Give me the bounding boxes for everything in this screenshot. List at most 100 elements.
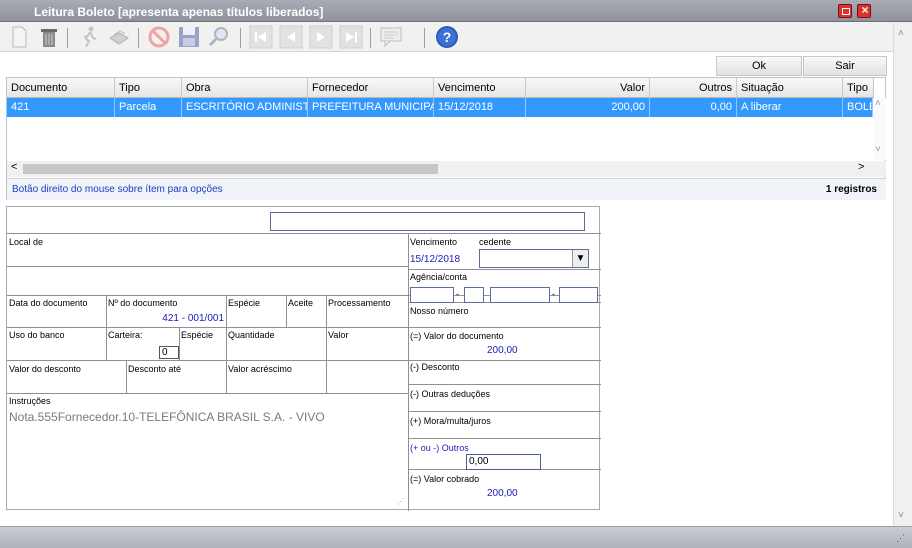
agencia-dv-input[interactable] xyxy=(464,287,484,303)
context-hint: Botão direito do mouse sobre ítem para o… xyxy=(12,184,223,195)
resize-grip-icon[interactable]: ⋰ xyxy=(397,497,405,506)
valor-cobrado-label: (=) Valor cobrado xyxy=(410,474,480,484)
divider xyxy=(408,438,601,439)
cell-tipo[interactable]: Parcela xyxy=(115,98,182,117)
vencimento-label: Vencimento xyxy=(410,237,458,247)
window-resize-grip-icon[interactable]: ⋰ xyxy=(896,533,905,544)
column-header-valor[interactable]: Valor xyxy=(526,78,650,98)
ok-button[interactable]: Ok xyxy=(716,56,802,76)
cell-vencimento[interactable]: 15/12/2018 xyxy=(434,98,526,117)
grid-horizontal-scrollbar[interactable]: < > xyxy=(7,161,886,177)
divider xyxy=(126,360,127,393)
scroll-up-icon[interactable]: ˄ xyxy=(898,28,904,39)
toolbar-separator xyxy=(370,28,371,48)
agencia-dash: - xyxy=(456,289,459,299)
divider xyxy=(326,295,327,393)
help-icon: ? xyxy=(436,26,458,48)
cell-outros[interactable]: 0,00 xyxy=(650,98,737,117)
scrollbar-thumb[interactable] xyxy=(23,164,438,174)
new-button[interactable] xyxy=(6,24,32,50)
cancel-button[interactable] xyxy=(146,24,172,50)
divider xyxy=(286,295,287,327)
print-button[interactable] xyxy=(106,24,132,50)
scroll-down-icon[interactable]: ˅ xyxy=(898,510,904,521)
grid-vertical-scrollbar[interactable]: ˄ ˅ xyxy=(873,98,886,160)
cell-tipo-doc[interactable]: BOLETO xyxy=(843,98,873,117)
scroll-left-icon[interactable]: < xyxy=(11,161,17,173)
valor-label: Valor xyxy=(328,330,349,340)
save-icon xyxy=(179,27,199,47)
column-header-tipo-doc[interactable]: Tipo xyxy=(843,78,874,98)
column-header-documento[interactable]: Documento xyxy=(7,78,115,98)
desconto-label: (-) Desconto xyxy=(410,362,460,372)
conta-dash: - xyxy=(552,289,555,299)
close-icon: × xyxy=(861,3,869,17)
barcode-input[interactable] xyxy=(270,212,585,231)
column-header-tipo[interactable]: Tipo xyxy=(115,78,182,98)
last-button[interactable] xyxy=(338,24,364,50)
agencia-input[interactable] xyxy=(410,287,454,303)
exit-button[interactable]: Sair xyxy=(803,56,887,76)
cell-situacao[interactable]: A liberar xyxy=(737,98,843,117)
grid-scroll-up-icon[interactable]: ˄ xyxy=(875,98,881,109)
especie-2-label: Espécie xyxy=(181,330,214,340)
help-button[interactable]: ? xyxy=(434,24,460,50)
column-header-fornecedor[interactable]: Fornecedor xyxy=(308,78,434,98)
column-header-obra[interactable]: Obra xyxy=(182,78,308,98)
window-vertical-scrollbar[interactable]: ˄ ˅ xyxy=(893,22,912,526)
prev-icon xyxy=(279,25,303,49)
divider xyxy=(7,360,601,361)
chevron-down-icon[interactable]: ▼ xyxy=(572,250,588,267)
column-header-situacao[interactable]: Situação xyxy=(737,78,843,98)
divider xyxy=(408,411,601,412)
first-icon xyxy=(249,25,273,49)
divider xyxy=(7,393,408,394)
conta-input[interactable] xyxy=(490,287,550,303)
uso-banco-label: Uso do banco xyxy=(9,330,65,340)
save-button[interactable] xyxy=(176,24,202,50)
boleto-form: Local de Data do documento Nº do documen… xyxy=(6,206,601,511)
new-icon xyxy=(12,26,27,48)
cell-valor[interactable]: 200,00 xyxy=(526,98,650,117)
run-button[interactable] xyxy=(76,24,102,50)
cell-fornecedor[interactable]: PREFEITURA MUNICIPAL xyxy=(308,98,434,117)
column-header-vencimento[interactable]: Vencimento xyxy=(434,78,526,98)
conta-dv-input[interactable] xyxy=(559,287,598,303)
close-button[interactable]: × xyxy=(857,3,871,18)
carteira-label: Carteira: xyxy=(108,330,143,340)
numero-documento-label: Nº do documento xyxy=(108,298,178,308)
search-icon xyxy=(208,27,228,47)
first-button[interactable] xyxy=(248,24,274,50)
delete-button[interactable] xyxy=(36,24,62,50)
valor-cobrado-value: 200,00 xyxy=(487,488,518,499)
valor-documento-value: 200,00 xyxy=(487,345,518,356)
run-icon xyxy=(83,26,97,48)
carteira-input[interactable]: 0 xyxy=(159,346,179,359)
cell-documento[interactable]: 421 xyxy=(7,98,115,117)
divider xyxy=(7,266,408,267)
cell-obra[interactable]: ESCRITÓRIO ADMINISTRA xyxy=(182,98,308,117)
maximize-button[interactable] xyxy=(838,4,852,18)
prev-button[interactable] xyxy=(278,24,304,50)
scroll-right-icon[interactable]: > xyxy=(858,161,864,173)
divider xyxy=(179,327,180,360)
grid-scroll-down-icon[interactable]: ˅ xyxy=(875,144,881,155)
outros-label: (+ ou -) Outros xyxy=(410,443,469,453)
cedente-select[interactable]: ▼ xyxy=(479,249,589,268)
column-header-outros[interactable]: Outros xyxy=(650,78,737,98)
divider xyxy=(408,269,601,270)
valor-acrescimo-label: Valor acréscimo xyxy=(228,364,292,374)
divider xyxy=(106,295,107,360)
toolbar: ? xyxy=(0,22,893,52)
comment-button[interactable] xyxy=(378,24,404,50)
outros-input[interactable]: 0,00 xyxy=(466,454,541,470)
outras-deducoes-label: (-) Outras deduções xyxy=(410,389,491,399)
last-icon xyxy=(339,25,363,49)
instrucoes-text[interactable]: Nota.555Fornecedor.10-TELEFÔNICA BRASIL … xyxy=(9,410,325,424)
search-button[interactable] xyxy=(206,24,232,50)
results-grid: Documento Tipo Obra Fornecedor Venciment… xyxy=(6,77,886,200)
processamento-label: Processamento xyxy=(328,298,391,308)
delete-icon xyxy=(41,29,57,47)
next-button[interactable] xyxy=(308,24,334,50)
especie-label: Espécie xyxy=(228,298,261,308)
